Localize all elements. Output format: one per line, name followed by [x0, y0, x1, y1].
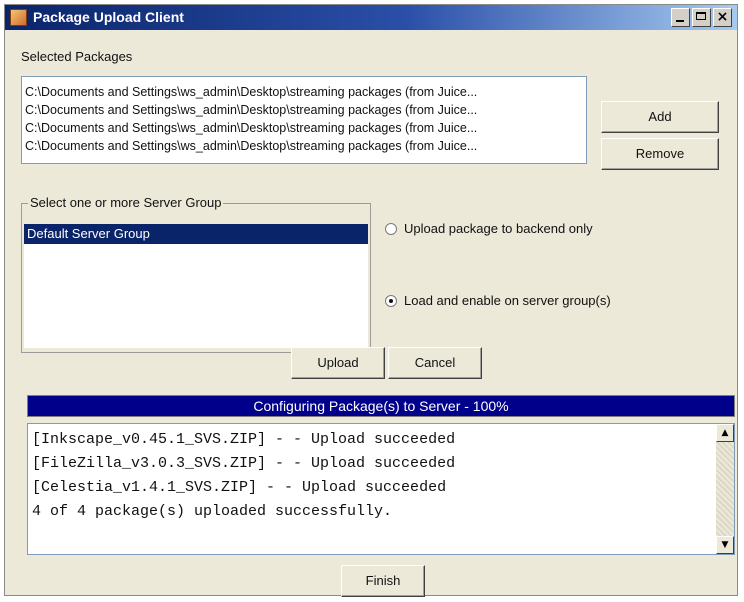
package-row[interactable]: C:\Documents and Settings\ws_admin\Deskt…	[22, 137, 586, 155]
close-icon: ×	[716, 9, 729, 25]
log-line: [FileZilla_v3.0.3_SVS.ZIP] - - Upload su…	[32, 455, 456, 472]
scroll-up-icon: ▲	[721, 428, 729, 438]
window-controls: ×	[671, 8, 732, 27]
load-enable-radio[interactable]	[385, 294, 397, 307]
maximize-icon	[696, 12, 706, 20]
scroll-up-button[interactable]: ▲	[716, 424, 734, 442]
maximize-button[interactable]	[692, 8, 711, 27]
remove-button[interactable]: Remove	[601, 138, 719, 170]
package-row[interactable]: C:\Documents and Settings\ws_admin\Deskt…	[22, 101, 586, 119]
upload-backend-radio[interactable]	[385, 222, 397, 235]
selected-packages-label: Selected Packages	[21, 49, 133, 64]
radio-selected-dot	[389, 298, 393, 303]
upload-backend-option[interactable]: Upload package to backend only	[385, 221, 593, 236]
title-bar[interactable]: Package Upload Client ×	[5, 5, 737, 30]
window-title: Package Upload Client	[33, 9, 184, 25]
add-button[interactable]: Add	[601, 101, 719, 133]
upload-backend-label: Upload package to backend only	[404, 221, 593, 236]
upload-log[interactable]: [Inkscape_v0.45.1_SVS.ZIP] - - Upload su…	[27, 423, 735, 555]
scroll-down-icon: ▼	[721, 540, 729, 550]
load-enable-label: Load and enable on server group(s)	[404, 293, 611, 308]
scroll-down-button[interactable]: ▼	[716, 536, 734, 554]
log-line: [Inkscape_v0.45.1_SVS.ZIP] - - Upload su…	[32, 431, 456, 448]
minimize-button[interactable]	[671, 8, 690, 27]
log-line: [Celestia_v1.4.1_SVS.ZIP] - - Upload suc…	[32, 479, 447, 496]
scroll-track[interactable]	[716, 442, 734, 536]
upload-button[interactable]: Upload	[291, 347, 385, 379]
server-group-list[interactable]: Default Server Group	[24, 224, 368, 348]
close-button[interactable]: ×	[713, 8, 732, 27]
app-icon	[10, 9, 27, 26]
log-scrollbar[interactable]: ▲ ▼	[716, 424, 734, 554]
cancel-button[interactable]: Cancel	[388, 347, 482, 379]
package-row[interactable]: C:\Documents and Settings\ws_admin\Deskt…	[22, 119, 586, 137]
package-row[interactable]: C:\Documents and Settings\ws_admin\Deskt…	[22, 83, 586, 101]
selected-packages-list[interactable]: C:\Documents and Settings\ws_admin\Deskt…	[21, 76, 587, 164]
package-upload-window: Package Upload Client × Selected Package…	[4, 4, 738, 597]
finish-button[interactable]: Finish	[341, 565, 425, 597]
log-line: 4 of 4 package(s) uploaded successfully.	[32, 503, 393, 520]
server-group-box: Select one or more Server Group Default …	[21, 195, 371, 353]
minimize-icon	[676, 20, 684, 22]
load-enable-option[interactable]: Load and enable on server group(s)	[385, 293, 611, 308]
server-group-item[interactable]: Default Server Group	[24, 224, 368, 244]
progress-label: Configuring Package(s) to Server - 100%	[253, 398, 509, 414]
upload-progress-bar: Configuring Package(s) to Server - 100%	[27, 395, 735, 417]
server-group-legend: Select one or more Server Group	[28, 195, 224, 210]
